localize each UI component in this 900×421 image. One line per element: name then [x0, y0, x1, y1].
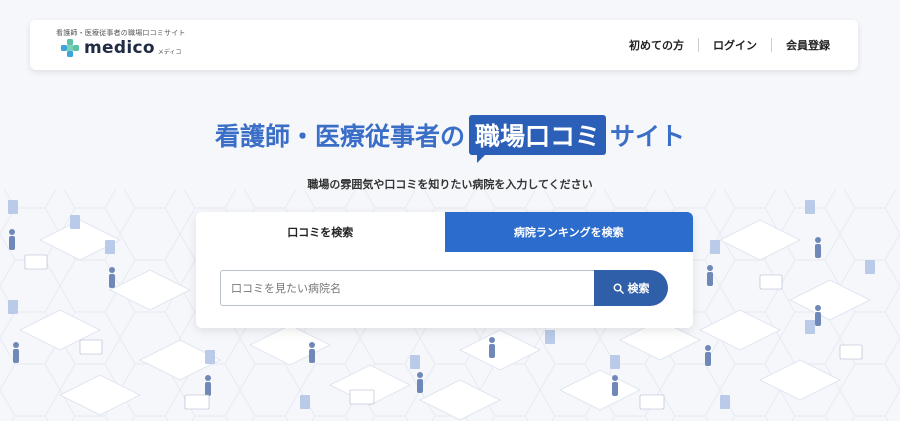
- nav-first-time-link[interactable]: 初めての方: [615, 37, 698, 53]
- site-header: 看護師・医療従事者の職場口コミサイト medico メディコ 初めての方 ログイ…: [30, 20, 858, 70]
- logo-tagline: 看護師・医療従事者の職場口コミサイト: [56, 29, 186, 37]
- search-tabs: 口コミを検索 病院ランキングを検索: [196, 212, 693, 252]
- medical-cross-icon: [61, 39, 79, 57]
- tab-review-search[interactable]: 口コミを検索: [196, 212, 445, 252]
- search-card: 口コミを検索 病院ランキングを検索 検索: [196, 212, 693, 328]
- hero-title: 看護師・医療従事者の 職場口コミ サイト: [0, 115, 900, 163]
- search-button-label: 検索: [627, 282, 650, 295]
- search-button[interactable]: 検索: [594, 270, 668, 306]
- hero-title-prefix: 看護師・医療従事者の: [214, 122, 465, 151]
- tab-hospital-ranking[interactable]: 病院ランキングを検索: [444, 212, 693, 252]
- logo[interactable]: medico メディコ: [60, 38, 181, 58]
- hero-subtitle: 職場の雰囲気や口コミを知りたい病院を入力してください: [307, 178, 593, 191]
- hospital-search-input[interactable]: [220, 270, 594, 306]
- nav-register-link[interactable]: 会員登録: [772, 37, 830, 53]
- search-row: 検索: [220, 270, 668, 306]
- search-icon: [613, 283, 624, 294]
- hero-title-suffix: サイト: [610, 122, 686, 151]
- header-nav: 初めての方 ログイン 会員登録: [615, 37, 830, 53]
- logo-wordmark: medico: [84, 38, 155, 58]
- logo-kana: メディコ: [157, 49, 182, 56]
- nav-login-link[interactable]: ログイン: [699, 37, 771, 53]
- hero-title-highlight: 職場口コミ: [468, 115, 606, 163]
